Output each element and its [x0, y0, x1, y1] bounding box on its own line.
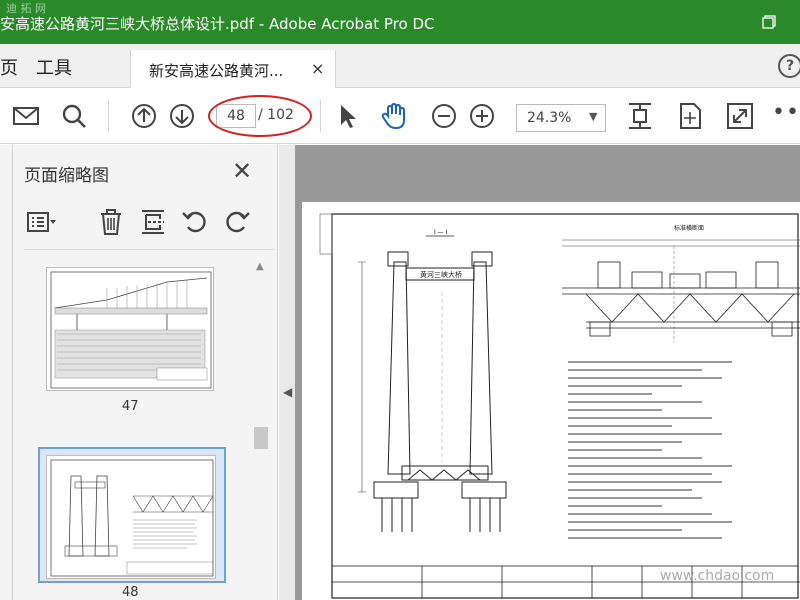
sidebar-border	[12, 145, 13, 600]
thumbnail-label: 48	[122, 585, 139, 600]
document-tab[interactable]: 新安高速公路黄河... ×	[130, 50, 336, 88]
page-thumbnail[interactable]	[46, 267, 214, 391]
restore-window-icon[interactable]	[762, 14, 776, 29]
full-screen-icon[interactable]	[726, 102, 754, 130]
title-bar: 迪 拓 网 安高速公路黄河三峡大桥总体设计.pdf - Adobe Acroba…	[0, 0, 800, 44]
footer-watermark: www.chdao.com	[660, 568, 775, 584]
tab-row: 页 工具 新安高速公路黄河... × ?	[0, 44, 800, 88]
toolbar-separator	[320, 100, 321, 132]
fit-page-icon[interactable]	[626, 102, 654, 130]
page-down-icon[interactable]	[168, 102, 196, 130]
extract-icon[interactable]	[138, 207, 168, 237]
nav-tools[interactable]: 工具	[36, 54, 72, 80]
page-options-icon[interactable]	[26, 207, 56, 237]
search-icon[interactable]	[60, 102, 88, 130]
nav-home[interactable]: 页	[0, 54, 18, 80]
scroll-up-icon[interactable]: ▲	[256, 261, 264, 272]
rotate-view-icon[interactable]	[676, 102, 704, 130]
page-thumbnail-selected[interactable]	[46, 455, 216, 579]
window-title: 安高速公路黄河三峡大桥总体设计.pdf - Adobe Acrobat Pro …	[0, 15, 435, 33]
undo-icon[interactable]	[180, 207, 210, 237]
redo-icon[interactable]	[222, 207, 252, 237]
sidebar-title: 页面缩略图	[24, 166, 109, 186]
select-cursor-icon[interactable]	[334, 102, 362, 130]
delete-icon[interactable]	[96, 207, 126, 237]
sidebar-scrollbar[interactable]: ▲	[252, 257, 270, 600]
drawing-title: 黄河三峡大桥	[420, 270, 462, 279]
sidebar-collapse-handle[interactable]: ◀	[279, 145, 295, 600]
hand-tool-icon[interactable]	[380, 102, 408, 130]
close-tab-icon[interactable]: ×	[311, 59, 324, 78]
toolbar-separator	[108, 100, 109, 132]
mail-icon[interactable]	[12, 102, 40, 130]
sidebar-divider	[24, 249, 274, 250]
zoom-out-icon[interactable]	[430, 102, 458, 130]
zoom-in-icon[interactable]	[468, 102, 496, 130]
section-label: I — I	[434, 229, 448, 236]
document-tab-label: 新安高速公路黄河...	[149, 62, 284, 80]
red-annotation-oval	[208, 95, 312, 137]
chevron-left-icon: ◀	[283, 385, 293, 399]
help-icon[interactable]: ?	[778, 54, 800, 78]
zoom-value: 24.3%	[527, 110, 572, 126]
more-tools-icon[interactable]: •••	[772, 100, 800, 125]
cross-section-title: 标准横断面	[674, 224, 704, 232]
toolbar: 48 / 102 24.3% ▼ •••	[0, 88, 800, 144]
zoom-select[interactable]: 24.3% ▼	[516, 104, 606, 132]
thumbnail-sidebar: 页面缩略图 ✕ ▲ 47 48	[0, 145, 278, 600]
document-page: I — I 黄河三峡大桥 标准横断面	[302, 202, 800, 600]
chevron-down-icon: ▼	[589, 110, 598, 123]
close-panel-icon[interactable]: ✕	[232, 157, 252, 185]
scrollbar-thumb[interactable]	[254, 427, 268, 449]
thumbnail-label: 47	[122, 399, 139, 414]
page-up-icon[interactable]	[130, 102, 158, 130]
